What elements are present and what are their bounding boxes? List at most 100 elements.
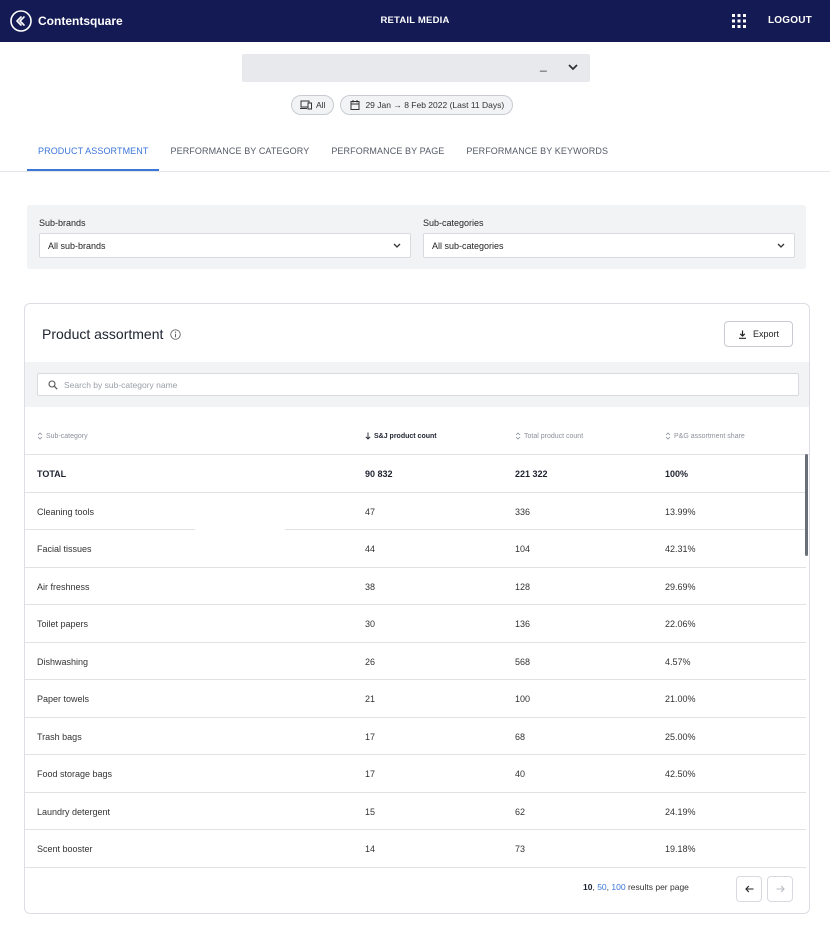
devices-icon xyxy=(300,100,312,110)
table-row[interactable]: Cleaning tools 47 336 13.99% xyxy=(25,493,806,530)
table-row[interactable]: Air freshness 38 128 29.69% xyxy=(25,568,806,605)
cell-share: 24.19% xyxy=(665,806,696,817)
table-row[interactable]: Laundry detergent 15 62 24.19% xyxy=(25,793,806,830)
chevron-down-icon xyxy=(568,64,578,71)
cell-sj-count: 26 xyxy=(365,656,376,667)
cell-sub-category: Scent booster xyxy=(37,844,93,854)
results-per-page: 10, 50, 100 results per page xyxy=(583,882,689,892)
cell-sub-category: Cleaning tools xyxy=(37,506,95,517)
arrow-right-icon xyxy=(776,885,785,893)
cell-total-count: 62 xyxy=(515,806,526,817)
tab-performance-by-category[interactable]: PERFORMANCE BY CATEGORY xyxy=(159,139,320,171)
sort-icon xyxy=(515,432,521,440)
search-input[interactable] xyxy=(64,377,764,393)
filter-chips: All 29 Jan → 8 Feb 2022 (Last 11 Days) xyxy=(291,95,514,115)
table-row[interactable]: Paper towels 21 100 21.00% xyxy=(25,680,806,718)
per-page-suffix: results per page xyxy=(625,882,689,892)
sub-brands-dropdown[interactable]: All sub-brands xyxy=(39,233,411,258)
cell-share: 4.57% xyxy=(665,656,691,667)
cell-share: 42.31% xyxy=(665,544,696,554)
download-icon xyxy=(738,330,746,339)
card-header: Product assortment xyxy=(42,326,182,342)
cell-sj-count: 21 xyxy=(365,694,376,704)
per-page-50[interactable]: 50 xyxy=(597,882,606,892)
export-label: Export xyxy=(752,329,779,339)
tab-product-assortment[interactable]: PRODUCT ASSORTMENT xyxy=(27,139,160,171)
cell-sub-category: Dishwashing xyxy=(37,656,89,667)
cell-total-count: 128 xyxy=(515,581,531,592)
column-label: Sub-category xyxy=(46,432,88,440)
info-icon[interactable] xyxy=(170,328,182,340)
column-header-sub-category[interactable]: Sub-category xyxy=(37,432,88,440)
tab-performance-by-page[interactable]: PERFORMANCE BY PAGE xyxy=(320,139,455,171)
cell-share: 42.50% xyxy=(665,769,696,779)
cell-share: 21.00% xyxy=(665,694,696,704)
column-header-assortment-share[interactable]: P&G assortment share xyxy=(665,432,745,440)
tab-divider xyxy=(0,171,830,172)
next-page-button[interactable] xyxy=(767,876,793,902)
column-header-total-product-count[interactable]: Total product count xyxy=(515,432,583,440)
cell-share: 22.06% xyxy=(665,619,696,629)
search-box[interactable] xyxy=(37,373,799,396)
date-range-chip[interactable]: 29 Jan → 8 Feb 2022 (Last 11 Days) xyxy=(340,95,514,115)
cell-sub-category: Trash bags xyxy=(37,731,82,742)
cell-sj-count: 14 xyxy=(365,844,376,854)
sub-brands-value: All sub-brands xyxy=(48,241,106,251)
table-row[interactable]: Food storage bags 17 40 42.50% xyxy=(25,755,806,793)
chevron-down-icon xyxy=(393,243,401,248)
cell-total-count: 136 xyxy=(515,619,531,629)
brand-logo[interactable]: Contentsquare xyxy=(10,9,123,33)
sub-categories-label: Sub-categories xyxy=(423,218,484,228)
search-icon xyxy=(48,380,58,390)
cell-share: 13.99% xyxy=(665,506,696,517)
cell-total-count: 104 xyxy=(515,544,531,554)
column-label: P&G assortment share xyxy=(674,432,745,440)
cell-sj-count: 47 xyxy=(365,506,376,517)
row-divider-gap xyxy=(195,525,285,563)
cell-total-count: 73 xyxy=(515,844,526,854)
device-chip-label: All xyxy=(316,100,326,110)
brand-name: Contentsquare xyxy=(38,14,123,28)
tab-bar: PRODUCT ASSORTMENT PERFORMANCE BY CATEGO… xyxy=(27,139,619,171)
table-scrollbar[interactable] xyxy=(805,454,808,556)
date-range-label: 29 Jan → 8 Feb 2022 (Last 11 Days) xyxy=(365,100,505,110)
cell-sj-count: 15 xyxy=(365,806,376,817)
column-label: Total product count xyxy=(524,432,584,440)
cell-sub-category: TOTAL xyxy=(37,469,67,479)
pagination: 10, 50, 100 results per page xyxy=(25,865,809,913)
cell-sj-count: 17 xyxy=(365,731,376,742)
filters-panel: Sub-brands All sub-brands Sub-categories… xyxy=(27,205,806,269)
cell-sub-category: Food storage bags xyxy=(37,769,113,779)
app-title: RETAIL MEDIA xyxy=(380,15,450,26)
cell-sj-count: 30 xyxy=(365,619,376,629)
cell-total-count: 568 xyxy=(515,656,531,667)
top-bar: Contentsquare RETAIL MEDIA LOGOUT xyxy=(0,0,830,42)
cell-sub-category: Paper towels xyxy=(37,694,90,704)
tab-performance-by-keywords[interactable]: PERFORMANCE BY KEYWORDS xyxy=(455,139,619,171)
cell-sj-count: 38 xyxy=(365,581,376,592)
table-row[interactable]: Dishwashing 26 568 4.57% xyxy=(25,643,806,680)
cell-total-count: 68 xyxy=(515,731,526,742)
grid-icon[interactable] xyxy=(731,13,747,29)
logout-button[interactable]: LOGOUT xyxy=(768,15,812,26)
column-label: S&J product count xyxy=(374,432,437,440)
device-chip[interactable]: All xyxy=(291,95,335,115)
sort-icon xyxy=(665,432,671,440)
cell-sj-count: 44 xyxy=(365,544,376,554)
export-button[interactable]: Export xyxy=(724,321,793,347)
table-row[interactable]: Toilet papers 30 136 22.06% xyxy=(25,605,806,643)
table-row[interactable]: Facial tissues 44 104 42.31% xyxy=(25,530,806,568)
cell-share: 100% xyxy=(665,469,689,479)
cell-sub-category: Laundry detergent xyxy=(37,806,111,817)
table-row[interactable]: Scent booster 14 73 19.18% xyxy=(25,830,806,868)
previous-page-button[interactable] xyxy=(736,876,762,902)
per-page-100[interactable]: 100 xyxy=(611,882,625,892)
table-row[interactable]: Trash bags 17 68 25.00% xyxy=(25,718,806,755)
card-title: Product assortment xyxy=(42,326,164,342)
column-header-sj-product-count[interactable]: S&J product count xyxy=(365,432,437,440)
retailer-select[interactable]: _ xyxy=(242,54,590,82)
sub-categories-dropdown[interactable]: All sub-categories xyxy=(423,233,795,258)
sort-icon xyxy=(37,432,43,440)
table-header: Sub-category S&J product count Total pro… xyxy=(25,419,809,455)
product-assortment-card: Product assortment Export Sub-category xyxy=(24,303,810,914)
